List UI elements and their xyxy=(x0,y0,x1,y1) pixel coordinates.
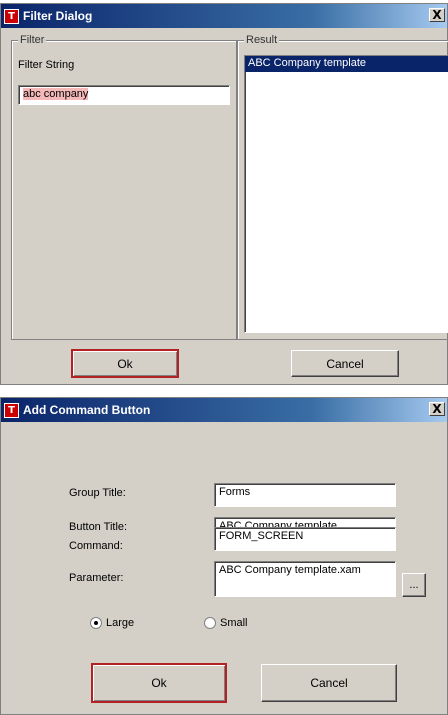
filter-string-input[interactable]: abc company xyxy=(18,85,230,105)
add-command-dialog-window: T Add Command Button X Group Title: Form… xyxy=(0,397,448,715)
browse-button[interactable]: ... xyxy=(402,573,426,597)
size-small-radio[interactable]: Small xyxy=(204,617,248,629)
app-icon: T xyxy=(4,402,19,418)
result-list-item[interactable]: ABC Company template xyxy=(245,56,448,72)
app-icon: T xyxy=(4,8,19,24)
filter-group: Filter Filter String abc company xyxy=(11,34,237,340)
filter-string-label: Filter String xyxy=(18,59,75,71)
filter-group-label: Filter xyxy=(18,34,47,46)
filter-string-value: abc company xyxy=(23,88,89,100)
parameter-label: Parameter: xyxy=(69,572,124,584)
close-icon[interactable]: X xyxy=(429,402,445,416)
size-large-radio[interactable]: Large xyxy=(90,617,134,629)
command-input[interactable]: FORM_SCREEN xyxy=(214,527,396,551)
cancel-button[interactable]: Cancel xyxy=(261,664,397,702)
window-title: Filter Dialog xyxy=(23,9,93,23)
parameter-input[interactable]: ABC Company template.xam xyxy=(214,561,396,597)
radio-selected-icon xyxy=(90,617,102,629)
result-group-label: Result xyxy=(244,34,280,46)
close-icon[interactable]: X xyxy=(429,8,445,22)
size-large-label: Large xyxy=(106,617,135,629)
size-small-label: Small xyxy=(220,617,248,629)
command-label: Command: xyxy=(69,540,123,552)
cancel-button[interactable]: Cancel xyxy=(291,350,399,377)
ok-button[interactable]: Ok xyxy=(91,663,227,703)
radio-unselected-icon xyxy=(204,617,216,629)
result-group: Result ABC Company template xyxy=(237,34,448,340)
filter-dialog-window: T Filter Dialog X Filter Filter String a… xyxy=(0,3,448,385)
group-title-label: Group Title: xyxy=(69,487,126,499)
window-title: Add Command Button xyxy=(23,403,151,417)
button-title-label: Button Title: xyxy=(69,521,128,533)
add-command-dialog-titlebar[interactable]: T Add Command Button X xyxy=(1,398,447,422)
result-list[interactable]: ABC Company template xyxy=(244,55,448,333)
ok-button[interactable]: Ok xyxy=(71,349,179,378)
filter-dialog-titlebar[interactable]: T Filter Dialog X xyxy=(1,4,447,28)
group-title-input[interactable]: Forms xyxy=(214,483,396,507)
